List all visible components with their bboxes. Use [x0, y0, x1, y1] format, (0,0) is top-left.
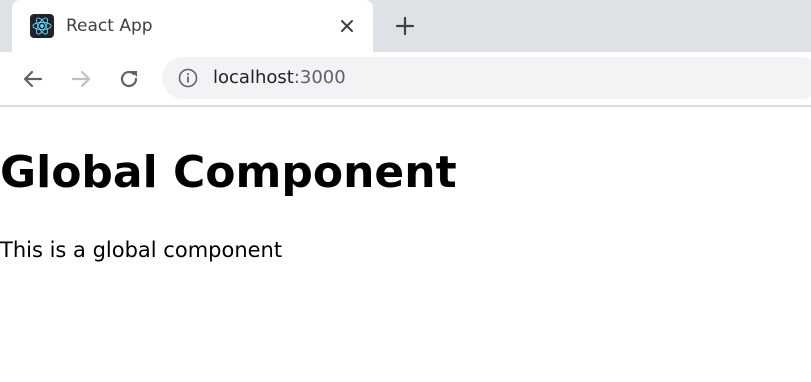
back-button[interactable]	[20, 66, 46, 92]
tab-react-app[interactable]: React App	[12, 0, 373, 52]
close-icon[interactable]	[336, 15, 358, 37]
url-host: localhost	[213, 67, 294, 88]
url-port: :3000	[293, 67, 346, 88]
new-tab-button[interactable]	[393, 14, 417, 38]
reload-icon	[120, 70, 138, 88]
address-bar[interactable]: localhost:3000	[162, 57, 811, 99]
react-logo-icon	[30, 14, 54, 38]
arrow-left-icon	[23, 70, 43, 88]
page-content: Global Component This is a global compon…	[0, 107, 811, 382]
info-icon[interactable]	[178, 68, 198, 88]
plus-icon	[395, 16, 415, 36]
tab-strip: React App	[0, 0, 811, 52]
browser-toolbar: localhost:3000	[0, 52, 811, 105]
url-text: localhost:3000	[213, 67, 346, 88]
forward-button[interactable]	[68, 66, 94, 92]
page-paragraph: This is a global component	[0, 238, 283, 262]
reload-button[interactable]	[116, 66, 142, 92]
tab-title: React App	[66, 16, 153, 36]
page-heading: Global Component	[0, 147, 457, 198]
arrow-right-icon	[71, 70, 91, 88]
